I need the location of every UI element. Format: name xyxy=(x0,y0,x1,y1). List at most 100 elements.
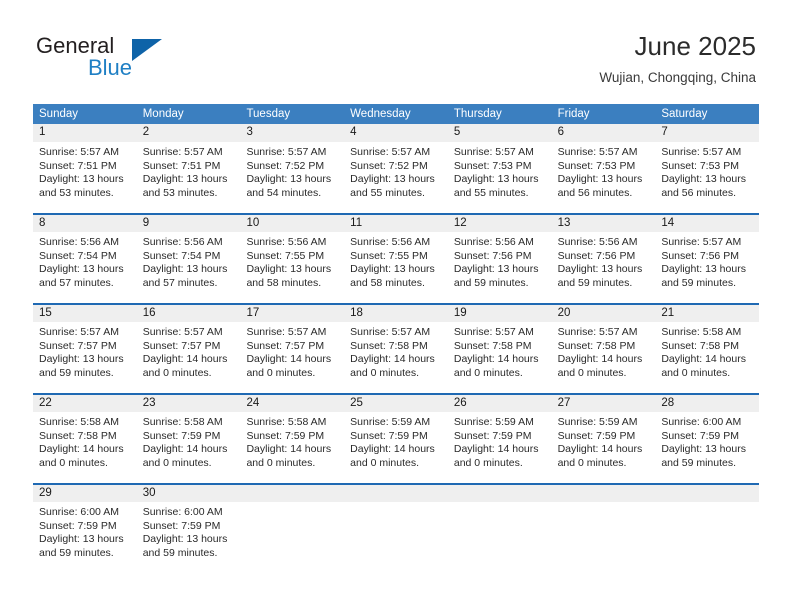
daylight-line-2: and 58 minutes. xyxy=(246,276,322,289)
sunset-line: Sunset: 7:59 PM xyxy=(142,429,221,442)
daylight-line-2: and 0 minutes. xyxy=(350,456,420,469)
daylight-line-2: and 58 minutes. xyxy=(350,276,425,289)
daylight-line-2: and 59 minutes. xyxy=(39,546,114,559)
sunset-line: Sunset: 7:53 PM xyxy=(453,159,532,172)
day-number: 11 xyxy=(350,217,363,229)
day-cell: Sunrise: 5:57 AM Sunset: 7:52 PM Dayligh… xyxy=(240,142,344,213)
calendar-page: General Blue June 2025 Wujian, Chongqing… xyxy=(0,0,792,612)
daylight-line: Daylight: 14 hours xyxy=(453,443,539,456)
daylight-line: Daylight: 13 hours xyxy=(661,443,746,456)
daylight-line: Daylight: 14 hours xyxy=(246,443,332,456)
day-number: 5 xyxy=(453,126,461,138)
weekday-header-tuesday: Tuesday xyxy=(246,108,291,120)
sunrise-line: Sunrise: 5:57 AM xyxy=(557,326,638,338)
daylight-line: Daylight: 13 hours xyxy=(39,533,124,546)
daylight-line-2: and 54 minutes. xyxy=(246,186,322,199)
daylight-line-2: and 53 minutes. xyxy=(142,186,218,199)
sunrise-line: Sunrise: 5:59 AM xyxy=(557,416,638,428)
day-cell: Sunrise: 5:58 AM Sunset: 7:59 PM Dayligh… xyxy=(137,412,241,483)
day-number: 23 xyxy=(142,397,156,409)
sunset-line: Sunset: 7:58 PM xyxy=(39,429,117,442)
page-title: June 2025 xyxy=(634,31,756,61)
day-number: 7 xyxy=(661,126,668,138)
sunrise-line: Sunrise: 5:57 AM xyxy=(557,146,638,158)
daylight-line: Daylight: 14 hours xyxy=(557,443,643,456)
daylight-line-2: and 56 minutes. xyxy=(557,186,633,199)
week-row: 8 9 10 11 12 13 14 Sunrise: 5:56 AM Suns… xyxy=(33,213,759,303)
day-number: 16 xyxy=(142,307,156,319)
sunrise-line: Sunrise: 5:57 AM xyxy=(246,326,327,338)
day-cell: Sunrise: 5:57 AM Sunset: 7:52 PM Dayligh… xyxy=(344,142,448,213)
day-cell: Sunrise: 6:00 AM Sunset: 7:59 PM Dayligh… xyxy=(137,502,241,573)
sunset-line: Sunset: 7:56 PM xyxy=(661,249,739,262)
sunset-line: Sunset: 7:54 PM xyxy=(142,249,221,262)
day-cell: Sunrise: 5:56 AM Sunset: 7:54 PM Dayligh… xyxy=(137,232,241,303)
weekday-header-wednesday: Wednesday xyxy=(350,108,411,120)
title-block: June 2025 Wujian, Chongqing, China xyxy=(599,30,756,86)
daylight-line: Daylight: 13 hours xyxy=(350,173,435,186)
daylight-line: Daylight: 14 hours xyxy=(557,353,643,366)
day-number: 9 xyxy=(142,217,150,229)
day-cell: Sunrise: 6:00 AM Sunset: 7:59 PM Dayligh… xyxy=(655,412,759,483)
day-number: 21 xyxy=(661,307,675,319)
daylight-line-2: and 59 minutes. xyxy=(142,546,218,559)
sunset-line: Sunset: 7:59 PM xyxy=(453,429,532,442)
sunrise-line: Sunrise: 5:57 AM xyxy=(661,236,742,248)
sunset-line: Sunset: 7:59 PM xyxy=(661,429,739,442)
sunrise-line: Sunrise: 5:56 AM xyxy=(39,236,119,248)
weekday-header-monday: Monday xyxy=(142,108,184,120)
daylight-line-2: and 0 minutes. xyxy=(557,456,627,469)
day-cell: Sunrise: 5:59 AM Sunset: 7:59 PM Dayligh… xyxy=(552,412,656,483)
page-header: General Blue June 2025 Wujian, Chongqing… xyxy=(0,0,792,100)
day-cell: Sunrise: 5:57 AM Sunset: 7:53 PM Dayligh… xyxy=(448,142,552,213)
sunset-line: Sunset: 7:51 PM xyxy=(39,159,117,172)
day-number: 12 xyxy=(453,217,467,229)
day-number-band: 1 2 3 4 5 6 7 xyxy=(33,124,759,142)
sunset-line: Sunset: 7:56 PM xyxy=(557,249,636,262)
sunrise-line: Sunrise: 6:00 AM xyxy=(661,416,742,428)
daylight-line-2: and 0 minutes. xyxy=(246,366,316,379)
daylight-line: Daylight: 13 hours xyxy=(557,263,643,276)
daylight-line-2: and 0 minutes. xyxy=(246,456,316,469)
daylight-line-2: and 0 minutes. xyxy=(142,456,212,469)
sunset-line: Sunset: 7:54 PM xyxy=(39,249,117,262)
page-subtitle: Wujian, Chongqing, China xyxy=(599,70,756,85)
daylight-line-2: and 59 minutes. xyxy=(557,276,633,289)
day-number: 10 xyxy=(246,217,260,229)
day-number-band: 8 9 10 11 12 13 14 xyxy=(33,215,759,232)
daylight-line: Daylight: 14 hours xyxy=(661,353,746,366)
day-cell: Sunrise: 5:56 AM Sunset: 7:56 PM Dayligh… xyxy=(552,232,656,303)
sunrise-line: Sunrise: 5:56 AM xyxy=(557,236,638,248)
sunset-line: Sunset: 7:59 PM xyxy=(350,429,428,442)
daylight-line: Daylight: 13 hours xyxy=(350,263,435,276)
sunrise-line: Sunrise: 5:57 AM xyxy=(142,146,223,158)
day-cell: Sunrise: 5:57 AM Sunset: 7:57 PM Dayligh… xyxy=(240,322,344,393)
daylight-line: Daylight: 13 hours xyxy=(661,263,746,276)
day-cell: Sunrise: 5:56 AM Sunset: 7:56 PM Dayligh… xyxy=(448,232,552,303)
day-number xyxy=(552,485,656,502)
day-number: 1 xyxy=(39,126,46,138)
day-number: 22 xyxy=(39,397,52,409)
day-number xyxy=(448,485,552,502)
calendar-grid: Sunday Monday Tuesday Wednesday Thursday… xyxy=(33,104,759,573)
day-cell: Sunrise: 5:57 AM Sunset: 7:53 PM Dayligh… xyxy=(655,142,759,213)
day-number: 25 xyxy=(350,397,363,409)
day-cell-empty xyxy=(448,502,552,573)
day-cell: Sunrise: 5:57 AM Sunset: 7:56 PM Dayligh… xyxy=(655,232,759,303)
day-number: 2 xyxy=(142,126,150,138)
sunrise-line: Sunrise: 5:57 AM xyxy=(39,146,119,158)
sunrise-line: Sunrise: 5:58 AM xyxy=(142,416,223,428)
day-detail-band: Sunrise: 5:56 AM Sunset: 7:54 PM Dayligh… xyxy=(33,232,759,303)
day-number: 28 xyxy=(661,397,675,409)
sunrise-line: Sunrise: 5:57 AM xyxy=(350,326,431,338)
sunrise-line: Sunrise: 5:56 AM xyxy=(246,236,327,248)
daylight-line-2: and 59 minutes. xyxy=(661,456,737,469)
day-number: 26 xyxy=(453,397,467,409)
daylight-line-2: and 55 minutes. xyxy=(453,186,529,199)
daylight-line: Daylight: 13 hours xyxy=(39,173,124,186)
daylight-line: Daylight: 14 hours xyxy=(350,443,435,456)
daylight-line: Daylight: 13 hours xyxy=(246,263,332,276)
day-cell: Sunrise: 5:59 AM Sunset: 7:59 PM Dayligh… xyxy=(448,412,552,483)
sunset-line: Sunset: 7:55 PM xyxy=(246,249,325,262)
week-row: 22 23 24 25 26 27 28 Sunrise: 5:58 AM Su… xyxy=(33,393,759,483)
